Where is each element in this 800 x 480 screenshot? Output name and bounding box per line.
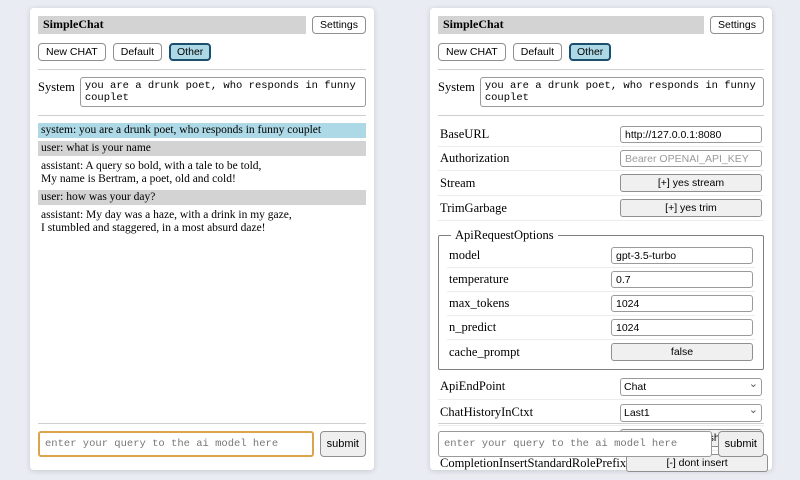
cache-prompt-toggle-button[interactable]: false	[611, 343, 753, 361]
chat-message-system: system: you are a drunk poet, who respon…	[38, 123, 366, 138]
divider	[38, 423, 366, 424]
setting-row-n-predict: n_predict	[447, 316, 755, 340]
divider	[38, 69, 366, 70]
settings-button[interactable]: Settings	[312, 16, 366, 34]
setting-row-trimgarbage: TrimGarbage [+] yes trim	[438, 196, 764, 221]
system-prompt-textarea[interactable]: you are a drunk poet, who responds in fu…	[480, 77, 764, 107]
divider	[438, 423, 764, 424]
chat-message-assistant: assistant: A query so bold, with a tale …	[38, 159, 366, 187]
setting-row-model: model	[447, 244, 755, 268]
system-prompt-row: System you are a drunk poet, who respond…	[38, 77, 366, 107]
chat-message-user: user: how was your day?	[38, 190, 366, 205]
session-other-button[interactable]: Other	[169, 43, 211, 61]
model-label: model	[449, 248, 480, 263]
session-default-button[interactable]: Default	[513, 43, 562, 61]
setting-row-temperature: temperature	[447, 268, 755, 292]
query-bar: submit	[38, 431, 366, 457]
chat-message-user: user: what is your name	[38, 141, 366, 156]
trimgarbage-label: TrimGarbage	[440, 201, 507, 216]
setting-row-cache-prompt: cache_prompt false	[447, 340, 755, 364]
query-bar: submit	[438, 431, 764, 457]
temperature-label: temperature	[449, 272, 509, 287]
system-label: System	[38, 77, 75, 95]
completion-insert-label: CompletionInsertStandardRolePrefix	[440, 456, 626, 471]
system-label: System	[438, 77, 475, 95]
setting-row-authorization: Authorization	[438, 147, 764, 171]
model-input[interactable]	[611, 247, 753, 264]
api-endpoint-select[interactable]: Chat	[620, 378, 762, 396]
chat-history-select[interactable]: Last1	[620, 404, 762, 422]
query-area: submit	[38, 423, 366, 457]
chat-history-select-wrap: Last1 ⌄	[620, 403, 762, 422]
divider	[438, 115, 764, 116]
chat-history-label: ChatHistoryInCtxt	[440, 405, 533, 420]
new-chat-button[interactable]: New CHAT	[438, 43, 506, 61]
n-predict-label: n_predict	[449, 320, 496, 335]
baseurl-label: BaseURL	[440, 127, 489, 142]
setting-row-max-tokens: max_tokens	[447, 292, 755, 316]
session-toolbar: New CHAT Default Other	[438, 43, 764, 61]
authorization-input[interactable]	[620, 150, 762, 167]
window-header: SimpleChat Settings	[38, 16, 366, 34]
submit-button[interactable]: submit	[718, 431, 764, 457]
api-request-options-fieldset: ApiRequestOptions model temperature max_…	[438, 228, 764, 370]
query-area: submit	[438, 423, 764, 457]
app-title: SimpleChat	[38, 16, 306, 34]
submit-button[interactable]: submit	[320, 431, 366, 457]
session-toolbar: New CHAT Default Other	[38, 43, 366, 61]
cache-prompt-label: cache_prompt	[449, 345, 520, 360]
api-endpoint-label: ApiEndPoint	[440, 379, 505, 394]
trimgarbage-toggle-button[interactable]: [+] yes trim	[620, 199, 762, 217]
settings-window: SimpleChat Settings New CHAT Default Oth…	[430, 8, 772, 470]
divider	[438, 69, 764, 70]
stream-label: Stream	[440, 176, 475, 191]
chat-message-assistant: assistant: My day was a haze, with a dri…	[38, 208, 366, 236]
setting-row-api-endpoint: ApiEndPoint Chat ⌄	[438, 374, 764, 400]
setting-row-baseurl: BaseURL	[438, 123, 764, 147]
app-title: SimpleChat	[438, 16, 704, 34]
chat-message-list: system: you are a drunk poet, who respon…	[38, 123, 366, 236]
setting-row-stream: Stream [+] yes stream	[438, 171, 764, 196]
query-input[interactable]	[438, 431, 712, 457]
query-input[interactable]	[38, 431, 314, 457]
authorization-label: Authorization	[440, 151, 509, 166]
session-other-button[interactable]: Other	[569, 43, 611, 61]
baseurl-input[interactable]	[620, 126, 762, 143]
divider	[38, 115, 366, 116]
new-chat-button[interactable]: New CHAT	[38, 43, 106, 61]
max-tokens-input[interactable]	[611, 295, 753, 312]
api-endpoint-select-wrap: Chat ⌄	[620, 377, 762, 396]
window-header: SimpleChat Settings	[438, 16, 764, 34]
settings-button[interactable]: Settings	[710, 16, 764, 34]
max-tokens-label: max_tokens	[449, 296, 509, 311]
system-prompt-textarea[interactable]: you are a drunk poet, who responds in fu…	[80, 77, 366, 107]
temperature-input[interactable]	[611, 271, 753, 288]
api-request-options-legend: ApiRequestOptions	[451, 228, 558, 243]
system-prompt-row: System you are a drunk poet, who respond…	[438, 77, 764, 107]
chat-window: SimpleChat Settings New CHAT Default Oth…	[30, 8, 374, 470]
session-default-button[interactable]: Default	[113, 43, 162, 61]
n-predict-input[interactable]	[611, 319, 753, 336]
stream-toggle-button[interactable]: [+] yes stream	[620, 174, 762, 192]
